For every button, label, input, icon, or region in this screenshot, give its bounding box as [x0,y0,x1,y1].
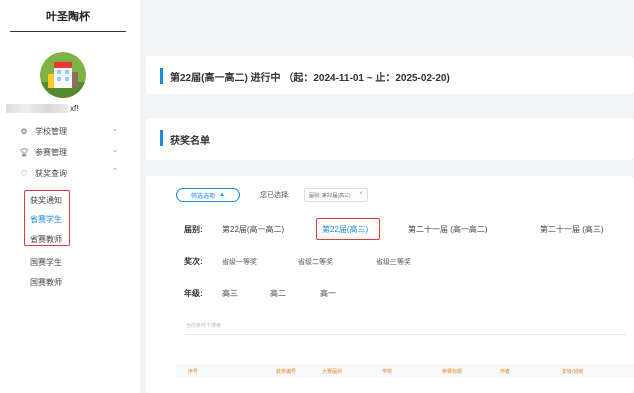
card-title: 获奖名单 [170,136,210,147]
selected-label: 您已选择: [260,192,290,199]
subitem-provincial-teachers[interactable]: 省赛教师 [30,234,62,246]
col-header: 学校 [382,369,393,375]
table-header: 序号 获奖编号 大赛届别 学校 参赛标题 作者 年级/班级 [176,364,634,378]
trophy-icon: 🏆︎ [18,147,30,157]
filter-toggle-button[interactable]: 筛选选项 ▲ [176,188,240,202]
award-option[interactable]: 省级二等奖 [298,257,333,267]
brand-title: 叶圣陶杯 [10,6,126,32]
session-banner: 第22届(高一高二) 进行中 （起：2024-11-01 ~ 止：2025-02… [146,56,634,94]
username-blurred [6,104,68,114]
award-option[interactable]: 省级一等奖 [222,257,257,267]
session-option-selected[interactable]: 第22届(高三) [322,224,368,235]
close-icon[interactable]: × [359,191,363,197]
filter-toggle-label: 筛选选项 [191,193,216,200]
grade-option[interactable]: 高二 [270,288,286,299]
chip-label: 届别: 第22届(高三) [309,192,351,199]
menu-award-query[interactable]: ♡ 获奖查询 ⌃ [18,166,118,180]
col-header: 年级/班级 [562,369,584,375]
session-option[interactable]: 第二十一届 (高一高二) [408,224,488,235]
accent-bar [160,130,163,146]
subitem-provincial-students[interactable]: 省赛学生 [30,214,62,226]
main-content: 第22届(高一高二) 进行中 （起：2024-11-01 ~ 止：2025-02… [140,0,634,393]
session-label: 届别: [184,225,203,234]
chevron-down-icon: ⌄ [112,126,118,133]
grade-label: 年级: [184,289,203,298]
divider [186,334,626,335]
menu-label: 获奖查询 [35,168,67,178]
menu-competition-management[interactable]: 🏆︎ 参赛管理 ⌄ [18,145,118,159]
subitem-award-notice[interactable]: 获奖通知 [30,195,62,207]
username: xf! [6,104,116,116]
award-label: 奖次: [184,257,203,266]
menu-school-management[interactable]: ⚙ 学校管理 ⌄ [18,124,118,138]
col-header: 作者 [500,369,511,375]
caret-up-icon: ▲ [219,192,225,198]
subitem-national-students[interactable]: 国赛学生 [30,257,62,269]
heart-icon: ♡ [20,168,28,178]
grade-option[interactable]: 高一 [320,288,336,299]
session-option[interactable]: 第二十一届 (高三) [540,224,604,235]
chevron-down-icon: ⌄ [112,147,118,154]
session-option[interactable]: 第22届(高一高二) [222,224,284,235]
subitem-national-teachers[interactable]: 国赛教师 [30,277,62,289]
banner-title: 第22届(高一高二) 进行中 （起：2024-11-01 ~ 止：2025-02… [170,73,450,84]
award-option[interactable]: 省级三等奖 [376,257,411,267]
col-header: 参赛标题 [442,369,463,375]
col-header: 大赛届别 [322,369,343,375]
search-hint: 当前条件下搜索 [186,323,222,329]
selected-chip[interactable]: 届别: 第22届(高三) × [304,188,368,202]
menu-label: 学校管理 [35,126,67,136]
menu-label: 参赛管理 [35,147,67,157]
chevron-up-icon: ⌃ [112,168,118,175]
accent-bar [160,68,163,84]
username-suffix: xf! [70,104,79,113]
sidebar: 叶圣陶杯 xf! ⚙ 学校管理 ⌄ 🏆︎ 参赛管理 ⌄ ♡ 获奖查询 ⌃ 获奖通 [0,0,140,393]
col-header: 获奖编号 [276,369,297,375]
filter-panel: 筛选选项 ▲ 您已选择: 届别: 第22届(高三) × 届别: 第22届(高一高… [146,176,634,393]
award-list-card: 获奖名单 [146,118,634,160]
col-header: 序号 [188,369,199,375]
avatar[interactable] [40,52,86,98]
gear-icon: ⚙ [20,126,28,136]
grade-option[interactable]: 高三 [222,288,238,299]
